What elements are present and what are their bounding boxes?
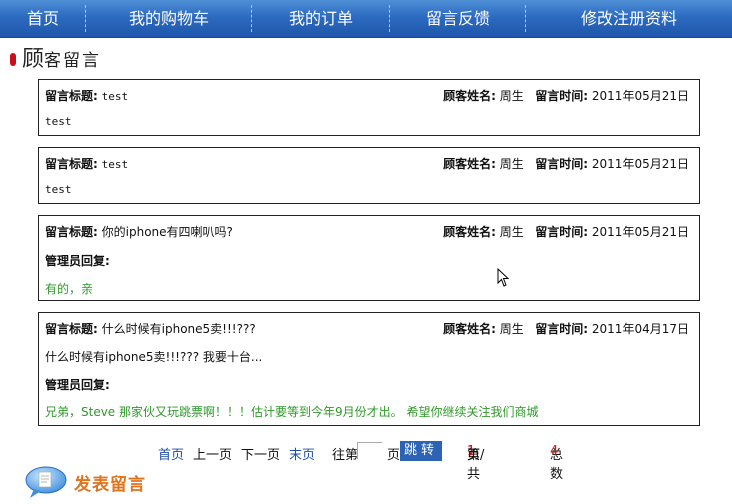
customer-label: 顾客姓名: [443, 225, 496, 239]
message-content: test [45, 115, 72, 128]
time-label: 留言时间: [535, 225, 589, 239]
mouse-cursor-icon [497, 268, 509, 287]
pagination: 首页 上一页 下一页 末页 往第 页 跳转 第 1 页/共 1 页 总数 4 [158, 441, 564, 482]
customer-label: 顾客姓名: [443, 322, 496, 336]
message-card: 留言标题: test 顾客姓名: 周生 留言时间: 2011年05月21日 te… [38, 147, 700, 204]
customer-label: 顾客姓名: [443, 89, 496, 103]
message-content: 什么时候有iphone5卖!!!??? 我要十台... [45, 350, 263, 364]
message-time: 2011年04月17日 [591, 322, 689, 336]
nav-edit-profile[interactable]: 修改注册资料 [526, 0, 732, 37]
message-content: test [45, 183, 72, 196]
section-title-rest: 客留言 [44, 51, 102, 71]
time-label: 留言时间: [535, 322, 589, 336]
customer-name: 周生 [499, 322, 524, 336]
time-label: 留言时间: [535, 89, 589, 103]
section-bullet-icon [10, 53, 16, 66]
pager-page-label: 页 [387, 448, 401, 463]
nav-feedback[interactable]: 留言反馈 [390, 0, 526, 37]
title-label: 留言标题: [45, 225, 98, 239]
pager-prev[interactable]: 上一页 [193, 444, 232, 463]
message-title: test [101, 90, 129, 103]
speech-bubble-icon [25, 466, 67, 498]
customer-name: 周生 [499, 225, 524, 239]
pager-goto-label: 往第 [332, 448, 359, 463]
post-message-button[interactable]: 发表留言 [24, 465, 146, 499]
message-time: 2011年05月21日 [591, 225, 689, 239]
message-time: 2011年05月21日 [591, 89, 689, 103]
nav-orders[interactable]: 我的订单 [252, 0, 390, 37]
message-time: 2011年05月21日 [591, 157, 689, 171]
post-message-label: 发表留言 [74, 474, 146, 495]
top-nav: 首页 我的购物车 我的订单 留言反馈 修改注册资料 [0, 0, 732, 38]
admin-reply-label: 管理员回复: [45, 378, 110, 392]
message-title: test [101, 158, 129, 171]
admin-reply-label: 管理员回复: [45, 254, 110, 268]
pager-next[interactable]: 下一页 [241, 444, 280, 463]
customer-label: 顾客姓名: [443, 157, 496, 171]
time-label: 留言时间: [535, 157, 589, 171]
nav-cart[interactable]: 我的购物车 [86, 0, 252, 37]
title-label: 留言标题: [45, 157, 98, 171]
message-title: 什么时候有iphone5卖!!!??? [101, 322, 256, 336]
section-heading: 顾 客留言 [10, 48, 101, 72]
message-card: 留言标题: test 顾客姓名: 周生 留言时间: 2011年05月21日 te… [38, 79, 700, 136]
pager-last-link[interactable]: 末页 [289, 444, 315, 463]
admin-reply: 有的，亲 [45, 282, 94, 296]
title-label: 留言标题: [45, 322, 98, 336]
nav-home[interactable]: 首页 [0, 0, 86, 37]
customer-name: 周生 [499, 89, 524, 103]
admin-reply: 兄弟，Steve 那家伙又玩跳票啊！！！估计要等到今年9月份才出。 希望你继续关… [45, 405, 539, 419]
message-title: 你的iphone有四喇叭吗? [101, 225, 233, 239]
customer-name: 周生 [499, 157, 524, 171]
message-card: 留言标题: 什么时候有iphone5卖!!!??? 顾客姓名: 周生 留言时间:… [38, 312, 700, 426]
message-card: 留言标题: 你的iphone有四喇叭吗? 顾客姓名: 周生 留言时间: 2011… [38, 215, 700, 301]
page-number-input[interactable] [357, 442, 382, 459]
title-label: 留言标题: [45, 89, 98, 103]
section-title-first: 顾 [22, 47, 45, 72]
pager-first-link[interactable]: 首页 [158, 444, 184, 463]
jump-button[interactable]: 跳转 [400, 441, 442, 461]
